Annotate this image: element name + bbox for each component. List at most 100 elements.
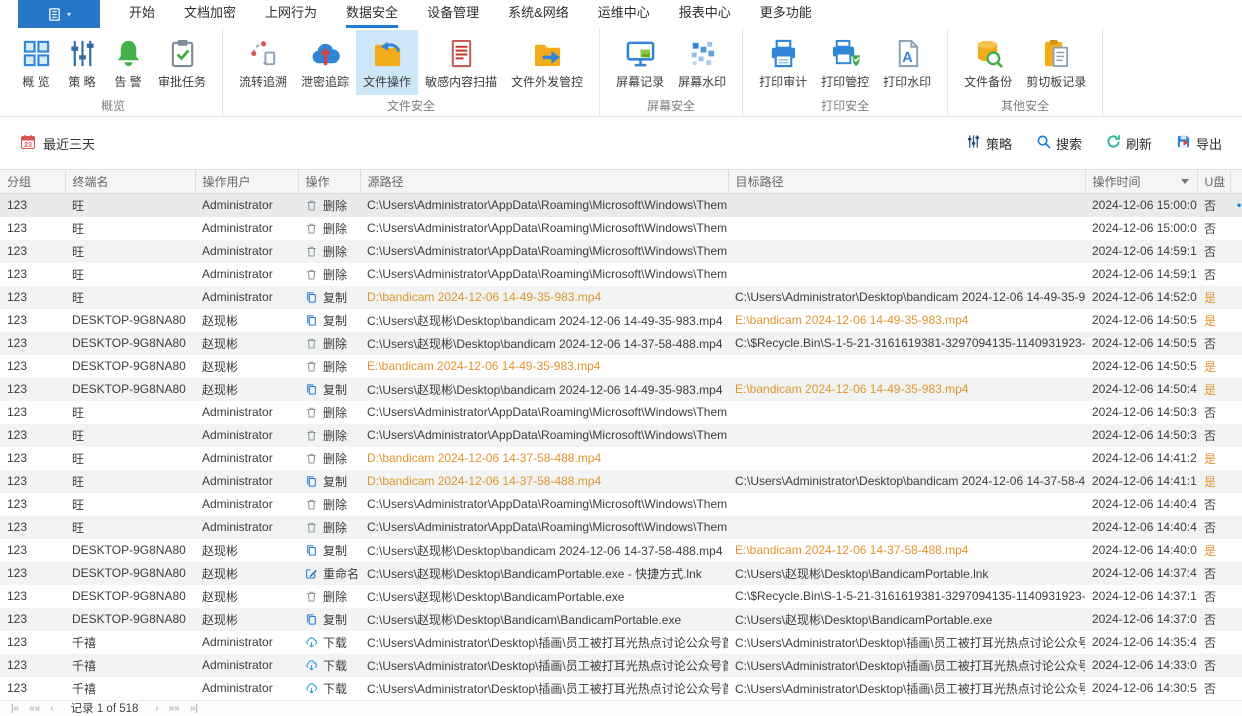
cell-target-path: C:\Users\Administrator\Desktop\bandicam … xyxy=(728,470,1085,493)
ribbon-button-policy[interactable]: 策 略 xyxy=(59,30,105,95)
table-row[interactable]: 123旺Administrator删除C:\Users\Administrato… xyxy=(0,493,1242,516)
table-row[interactable]: 123旺Administrator删除C:\Users\Administrato… xyxy=(0,240,1242,263)
table-row[interactable]: 123DESKTOP-9G8NA80赵现彬复制C:\Users\赵现彬\Desk… xyxy=(0,608,1242,631)
table-row[interactable]: 123DESKTOP-9G8NA80赵现彬删除C:\Users\赵现彬\Desk… xyxy=(0,585,1242,608)
table-row[interactable]: 123DESKTOP-9G8NA80赵现彬删除C:\Users\赵现彬\Desk… xyxy=(0,332,1242,355)
trash-icon xyxy=(305,245,318,258)
ribbon-button-clipboard-record[interactable]: 剪切板记录 xyxy=(1019,30,1093,95)
cell-target-path: C:\Users\赵现彬\Desktop\BandicamPortable.ln… xyxy=(728,562,1085,585)
cell-source-path: C:\Users\赵现彬\Desktop\bandicam 2024-12-06… xyxy=(360,539,728,562)
pager-last-icon[interactable]: »| xyxy=(190,703,198,714)
table-row[interactable]: 123DESKTOP-9G8NA80赵现彬重命名C:\Users\赵现彬\Des… xyxy=(0,562,1242,585)
cell-row-actions xyxy=(1230,401,1242,424)
table-row[interactable]: 123千禧Administrator下载C:\Users\Administrat… xyxy=(0,677,1242,700)
cell-terminal: 旺 xyxy=(65,516,195,539)
ribbon-button-file-outgoing-control[interactable]: 文件外发管控 xyxy=(504,30,590,95)
trash-icon xyxy=(305,199,318,212)
operation-label: 下载 xyxy=(323,636,347,650)
menu-tab-report-center[interactable]: 报表中心 xyxy=(679,0,731,28)
column-header-4[interactable]: 源路径 xyxy=(360,170,728,194)
cell-user: Administrator xyxy=(195,424,298,447)
cell-source-path: C:\Users\Administrator\AppData\Roaming\M… xyxy=(360,424,728,447)
table-row[interactable]: 123旺Administrator删除D:\bandicam 2024-12-0… xyxy=(0,447,1242,470)
ribbon-button-label: 审批任务 xyxy=(158,73,206,90)
table-row[interactable]: 123旺Administrator删除C:\Users\Administrato… xyxy=(0,194,1242,217)
cell-user: 赵现彬 xyxy=(195,539,298,562)
cell-terminal: 旺 xyxy=(65,447,195,470)
cell-operation: 下载 xyxy=(298,654,360,677)
cell-operation: 复制 xyxy=(298,539,360,562)
cell-source-path: C:\Users\Administrator\Desktop\插画\员工被打耳光… xyxy=(360,631,728,654)
clipboard-check-icon xyxy=(167,37,198,69)
table-row[interactable]: 123DESKTOP-9G8NA80赵现彬复制C:\Users\赵现彬\Desk… xyxy=(0,539,1242,562)
column-header-7[interactable]: U盘 xyxy=(1197,170,1230,194)
ribbon-button-approval-tasks[interactable]: 审批任务 xyxy=(151,30,213,95)
ribbon-button-flow-trace[interactable]: 流转追溯 xyxy=(232,30,294,95)
table-row[interactable]: 123旺Administrator删除C:\Users\Administrato… xyxy=(0,424,1242,447)
ribbon-button-overview[interactable]: 概 览 xyxy=(13,30,59,95)
cell-operation: 删除 xyxy=(298,332,360,355)
menu-tab-start[interactable]: 开始 xyxy=(129,0,155,28)
more-actions-icon[interactable]: ••• xyxy=(1237,198,1242,212)
cell-operation: 下载 xyxy=(298,677,360,700)
table-row[interactable]: 123旺Administrator删除C:\Users\Administrato… xyxy=(0,401,1242,424)
table-row[interactable]: 123旺Administrator复制D:\bandicam 2024-12-0… xyxy=(0,470,1242,493)
policy-button[interactable]: 策略 xyxy=(966,134,1012,153)
column-header-1[interactable]: 终端名 xyxy=(65,170,195,194)
table-row[interactable]: 123DESKTOP-9G8NA80赵现彬复制C:\Users\赵现彬\Desk… xyxy=(0,378,1242,401)
menu-tab-doc-encryption[interactable]: 文档加密 xyxy=(184,0,236,28)
ribbon-button-file-backup[interactable]: 文件备份 xyxy=(957,30,1019,95)
ribbon-button-leak-tracking[interactable]: 泄密追踪 xyxy=(294,30,356,95)
cell-operation: 复制 xyxy=(298,286,360,309)
menu-tab-data-security[interactable]: 数据安全 xyxy=(346,0,398,28)
column-header-2[interactable]: 操作用户 xyxy=(195,170,298,194)
export-button[interactable]: 导出 xyxy=(1176,134,1222,153)
table-row[interactable]: 123旺Administrator删除C:\Users\Administrato… xyxy=(0,516,1242,539)
trash-icon xyxy=(305,498,318,511)
column-header-6[interactable]: 操作时间 xyxy=(1085,170,1197,194)
table-row[interactable]: 123DESKTOP-9G8NA80赵现彬删除E:\bandicam 2024-… xyxy=(0,355,1242,378)
menu-tab-system-network[interactable]: 系统&网络 xyxy=(508,0,569,28)
pager-fast-forward-icon[interactable]: »» xyxy=(169,703,180,714)
operation-label: 删除 xyxy=(323,268,347,282)
column-header-5[interactable]: 目标路径 xyxy=(728,170,1085,194)
cell-operation: 删除 xyxy=(298,585,360,608)
table-row[interactable]: 123DESKTOP-9G8NA80赵现彬复制C:\Users\赵现彬\Desk… xyxy=(0,309,1242,332)
pager-fast-back-icon[interactable]: «« xyxy=(29,703,40,714)
cell-source-path: C:\Users\Administrator\AppData\Roaming\M… xyxy=(360,263,728,286)
menu-tab-more-features[interactable]: 更多功能 xyxy=(760,0,812,28)
search-button[interactable]: 搜索 xyxy=(1036,134,1082,153)
cell-operation: 复制 xyxy=(298,378,360,401)
cell-row-actions xyxy=(1230,286,1242,309)
cell-operation: 复制 xyxy=(298,608,360,631)
ribbon-button-screen-record[interactable]: 屏幕记录 xyxy=(609,30,671,95)
ribbon-button-sensitive-content-scan[interactable]: 敏感内容扫描 xyxy=(418,30,504,95)
table-row[interactable]: 123旺Administrator删除C:\Users\Administrato… xyxy=(0,217,1242,240)
pager-prev-icon[interactable]: ‹ xyxy=(50,703,53,714)
ribbon-button-file-operations[interactable]: 文件操作 xyxy=(356,30,418,95)
cell-group: 123 xyxy=(0,470,65,493)
table-row[interactable]: 123千禧Administrator下载C:\Users\Administrat… xyxy=(0,631,1242,654)
ribbon-button-print-watermark[interactable]: A打印水印 xyxy=(876,30,938,95)
pager-next-icon[interactable]: › xyxy=(155,703,158,714)
menu-tab-device-mgmt[interactable]: 设备管理 xyxy=(427,0,479,28)
pager-first-icon[interactable]: |« xyxy=(11,703,19,714)
cell-row-actions xyxy=(1230,332,1242,355)
menu-tab-ops-center[interactable]: 运维中心 xyxy=(598,0,650,28)
app-menu-button[interactable]: ▾ xyxy=(18,0,100,28)
table-row[interactable]: 123旺Administrator复制D:\bandicam 2024-12-0… xyxy=(0,286,1242,309)
menu-tab-web-behavior[interactable]: 上网行为 xyxy=(265,0,317,28)
cell-group: 123 xyxy=(0,493,65,516)
ribbon-button-print-audit[interactable]: 打印审计 xyxy=(752,30,814,95)
table-row[interactable]: 123旺Administrator删除C:\Users\Administrato… xyxy=(0,263,1242,286)
cell-row-actions xyxy=(1230,240,1242,263)
ribbon-button-screen-watermark[interactable]: 屏幕水印 xyxy=(671,30,733,95)
refresh-button[interactable]: 刷新 xyxy=(1106,134,1152,153)
ribbon-button-print-control[interactable]: 打印管控 xyxy=(814,30,876,95)
table-row[interactable]: 123千禧Administrator下载C:\Users\Administrat… xyxy=(0,654,1242,677)
column-header-3[interactable]: 操作 xyxy=(298,170,360,194)
column-header-0[interactable]: 分组 xyxy=(0,170,65,194)
sort-desc-icon[interactable] xyxy=(1181,179,1189,184)
ribbon-button-alert[interactable]: 告 警 xyxy=(105,30,151,95)
date-range-filter[interactable]: 23 最近三天 xyxy=(20,134,95,153)
